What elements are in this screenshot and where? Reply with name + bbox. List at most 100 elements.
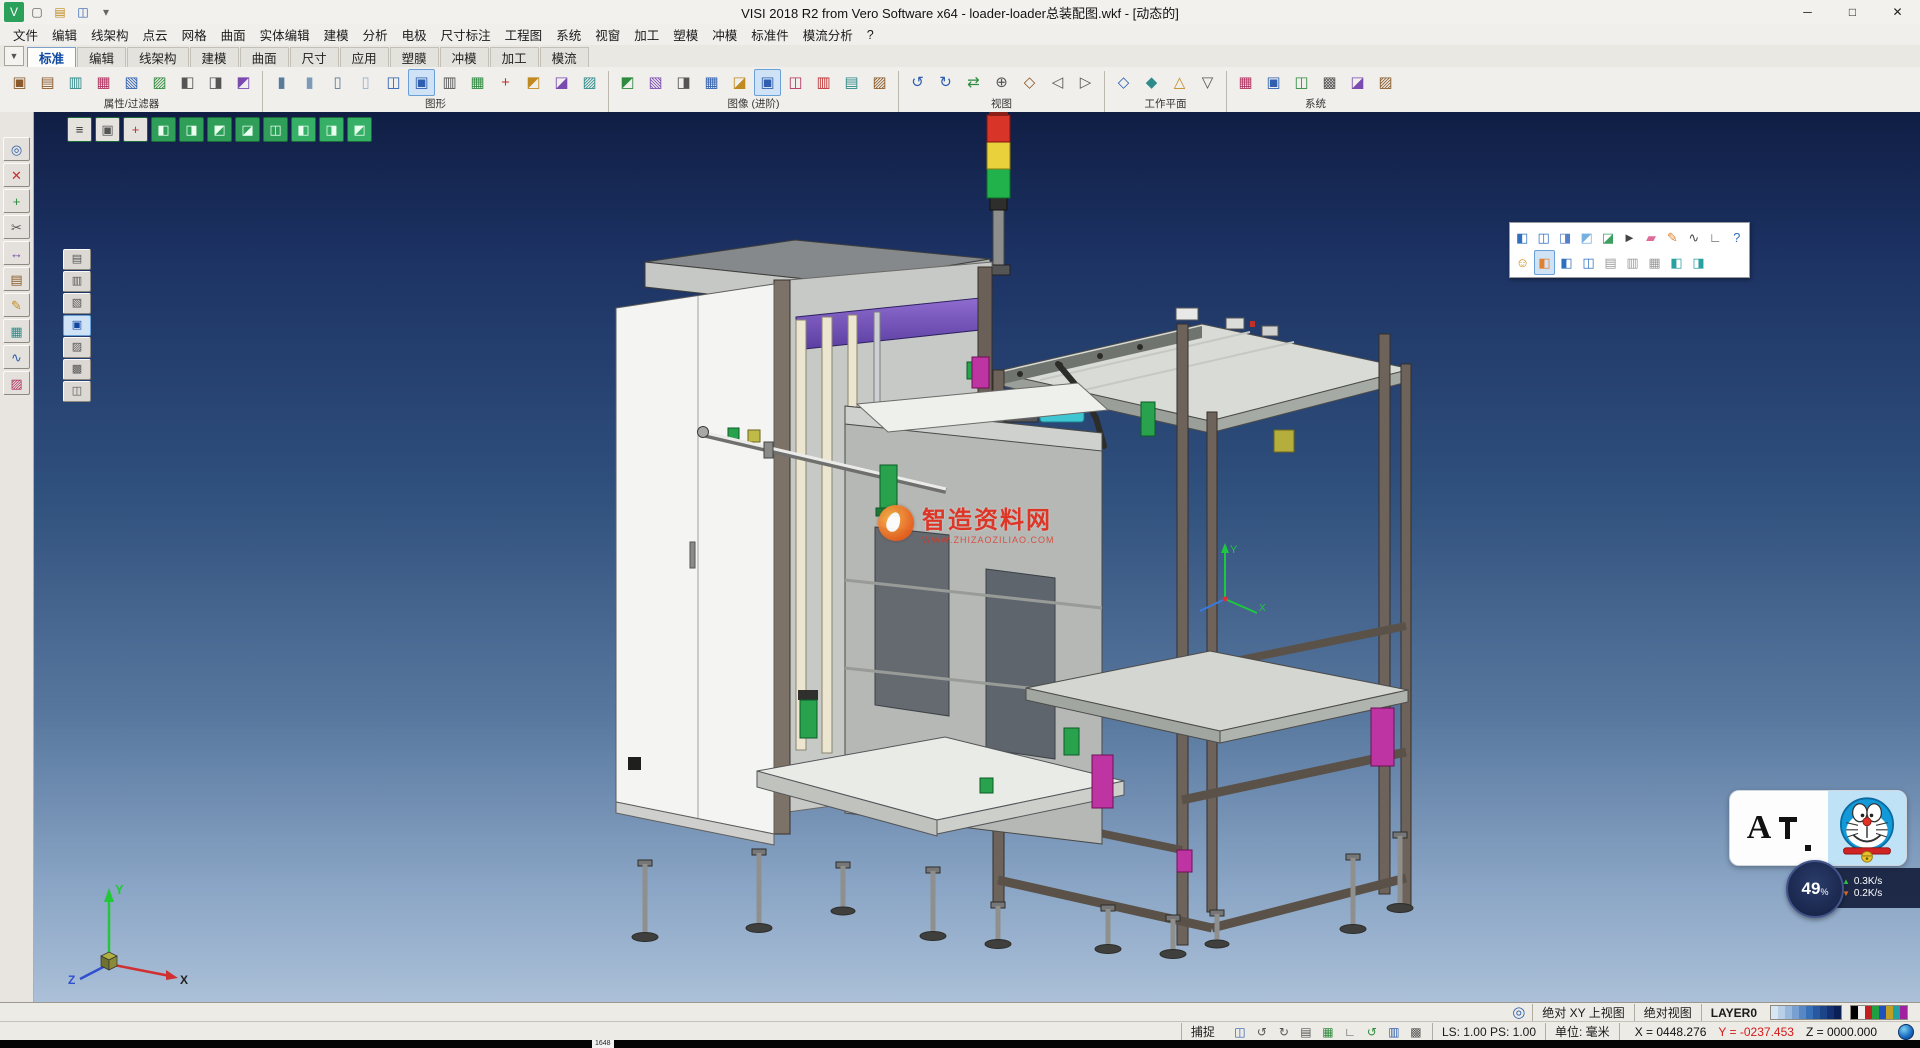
- lights-icon[interactable]: ◩: [520, 69, 547, 96]
- previous-view-icon[interactable]: ◁: [1044, 69, 1071, 96]
- capture-icon[interactable]: ◫: [782, 69, 809, 96]
- zoom-view-icon[interactable]: ⊕: [988, 69, 1015, 96]
- shade-display-icon[interactable]: ▮: [296, 69, 323, 96]
- spline-icon[interactable]: ∿: [1684, 225, 1704, 250]
- status-snap-label[interactable]: 捕捉: [1181, 1023, 1224, 1040]
- menu-item-mesh[interactable]: 网格: [175, 25, 214, 44]
- antialias-icon[interactable]: ▣: [754, 69, 781, 96]
- layer-color-swatch[interactable]: [1827, 1006, 1834, 1019]
- pan-view-icon[interactable]: ⇄: [960, 69, 987, 96]
- transform-icon[interactable]: ↔: [3, 241, 30, 265]
- tab-apply[interactable]: 应用: [340, 47, 389, 67]
- workplane-align-icon[interactable]: ◆: [1138, 69, 1165, 96]
- back-view-icon[interactable]: ◧: [291, 117, 316, 142]
- sketch-icon[interactable]: ✎: [3, 293, 30, 317]
- rotate-back-icon[interactable]: ↻: [932, 69, 959, 96]
- status-undo-icon[interactable]: ↺: [1252, 1022, 1272, 1041]
- view-list-icon[interactable]: ≡: [67, 117, 92, 142]
- display-settings-icon[interactable]: ▣: [1260, 69, 1287, 96]
- mask-icon[interactable]: ◧: [174, 69, 201, 96]
- menu-item-analysis[interactable]: 分析: [356, 25, 395, 44]
- menu-item-standard-parts[interactable]: 标准件: [744, 25, 796, 44]
- filter-icon[interactable]: ▥: [62, 69, 89, 96]
- layer-color-swatch[interactable]: [1834, 1006, 1841, 1019]
- axis-view-icon[interactable]: +: [123, 117, 148, 142]
- layer-color-swatch[interactable]: [1858, 1006, 1865, 1019]
- attributes-icon[interactable]: ▣: [6, 69, 33, 96]
- layer-color-swatch[interactable]: [1893, 1006, 1900, 1019]
- open-file-icon[interactable]: ▤: [50, 2, 70, 22]
- status-snap-icon[interactable]: ▦: [1318, 1022, 1338, 1041]
- status-view-mode[interactable]: 绝对 XY 上视图: [1532, 1004, 1633, 1021]
- layers-panel-icon[interactable]: ▩: [63, 359, 91, 380]
- teal-cube-icon[interactable]: ◧: [1666, 250, 1687, 275]
- select-arrow-icon[interactable]: ►: [1619, 225, 1639, 250]
- layer-color-swatch[interactable]: [1792, 1006, 1799, 1019]
- tab-edit[interactable]: 编辑: [77, 47, 126, 67]
- menu-item-solid-edit[interactable]: 实体编辑: [253, 25, 317, 44]
- tab-machining[interactable]: 加工: [490, 47, 539, 67]
- rotate-view-icon[interactable]: ↺: [904, 69, 931, 96]
- workplane-reset-icon[interactable]: ▽: [1194, 69, 1221, 96]
- smiley-icon[interactable]: ☺: [1512, 250, 1533, 275]
- app-icon[interactable]: V: [4, 2, 24, 22]
- views-panel-icon[interactable]: ▧: [63, 293, 91, 314]
- unmask-icon[interactable]: ◨: [202, 69, 229, 96]
- layer-color-swatch[interactable]: [1879, 1006, 1886, 1019]
- pencil-icon[interactable]: ✎: [1662, 225, 1682, 250]
- iso-view-icon[interactable]: ◧: [151, 117, 176, 142]
- status-absolute-view[interactable]: 绝对视图: [1634, 1004, 1701, 1021]
- menu-item-electrode[interactable]: 电极: [395, 25, 434, 44]
- history-panel-icon[interactable]: ▨: [63, 337, 91, 358]
- layer-color-swatch[interactable]: [1799, 1006, 1806, 1019]
- tab-flow[interactable]: 模流: [540, 47, 589, 67]
- doc3-icon[interactable]: ▦: [1644, 250, 1665, 275]
- layer-color-swatch[interactable]: [1886, 1006, 1893, 1019]
- orange-cube-icon[interactable]: ◧: [1534, 250, 1555, 275]
- video-icon[interactable]: ▥: [810, 69, 837, 96]
- layer-color-swatch[interactable]: [1820, 1006, 1827, 1019]
- menu-item-drafting[interactable]: 工程图: [498, 25, 550, 44]
- dimetric-view-icon[interactable]: ◩: [347, 117, 372, 142]
- cube-view-icon[interactable]: ▣: [95, 117, 120, 142]
- tab-dropdown-caret-icon[interactable]: ▼: [4, 46, 24, 66]
- layer-color-swatch[interactable]: [1771, 1006, 1778, 1019]
- cad-links-icon[interactable]: ◪: [1344, 69, 1371, 96]
- layers-icon[interactable]: ▤: [3, 267, 30, 291]
- solid-icon[interactable]: ▦: [3, 319, 30, 343]
- viewport-canvas[interactable]: Y X ≡▣+◧◨◩◪◫◧◨◩ ▤▥▧▣▨▩◫ ◧◫◨◩◪►▰✎∿∟? ☺◧◧◫…: [0, 112, 1920, 1002]
- menu-item-modeling[interactable]: 建模: [317, 25, 356, 44]
- texture-icon[interactable]: ▧: [642, 69, 669, 96]
- filter-options-icon[interactable]: ◩: [230, 69, 257, 96]
- wire-display-icon[interactable]: ▮: [268, 69, 295, 96]
- layer-color-swatch[interactable]: [1785, 1006, 1792, 1019]
- render-icon[interactable]: ◩: [614, 69, 641, 96]
- menu-item-pointcloud[interactable]: 点云: [136, 25, 175, 44]
- color-filter-icon[interactable]: ▦: [90, 69, 117, 96]
- status-redo-icon[interactable]: ↻: [1274, 1022, 1294, 1041]
- save-file-icon[interactable]: ◫: [73, 2, 93, 22]
- layer-filter-icon[interactable]: ▧: [118, 69, 145, 96]
- hidden-line-view-icon[interactable]: ◨: [1555, 225, 1575, 250]
- status-layer[interactable]: LAYER0: [1701, 1004, 1766, 1021]
- layer-color-swatch[interactable]: [1865, 1006, 1872, 1019]
- menu-item-surface[interactable]: 曲面: [214, 25, 253, 44]
- hidden-line-icon[interactable]: ▯: [324, 69, 351, 96]
- tab-die[interactable]: 冲模: [440, 47, 489, 67]
- menu-item-wireframe[interactable]: 线架构: [84, 25, 136, 44]
- reflection-icon[interactable]: ▦: [698, 69, 725, 96]
- layer-color-swatch[interactable]: [1872, 1006, 1879, 1019]
- background-icon[interactable]: ▨: [576, 69, 603, 96]
- shaded-edges-icon[interactable]: ▣: [408, 69, 435, 96]
- grid-display-icon[interactable]: ▦: [464, 69, 491, 96]
- status-layers-icon[interactable]: ▥: [1384, 1022, 1404, 1041]
- cut-icon[interactable]: ✂: [3, 215, 30, 239]
- ghost-display-icon[interactable]: ▯: [352, 69, 379, 96]
- workplane-rotate-icon[interactable]: △: [1166, 69, 1193, 96]
- props-panel-icon[interactable]: ◫: [63, 381, 91, 402]
- blue-cube2-icon[interactable]: ◫: [1578, 250, 1599, 275]
- delete-icon[interactable]: ✕: [3, 163, 30, 187]
- minimize-button[interactable]: ─: [1785, 1, 1830, 24]
- snap-icon[interactable]: +: [3, 189, 30, 213]
- menu-item-system[interactable]: 系统: [549, 25, 588, 44]
